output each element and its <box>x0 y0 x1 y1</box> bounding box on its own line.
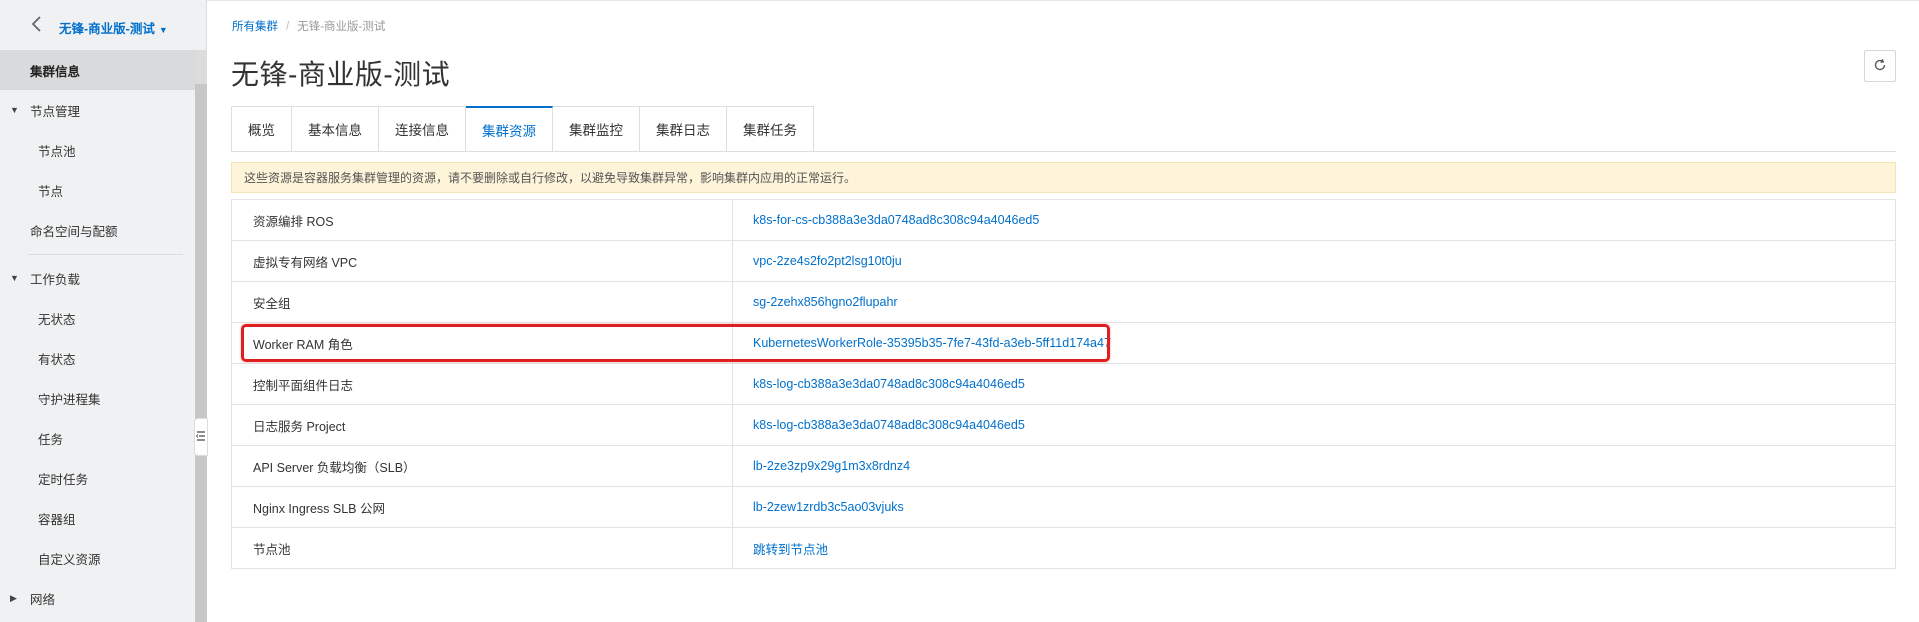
tab-cluster-resources[interactable]: 集群资源 <box>466 106 553 152</box>
resource-key: Worker RAM 角色 <box>232 323 733 363</box>
triangle-down-icon: ▼ <box>10 273 19 283</box>
sidebar-item-deployments[interactable]: 无状态 <box>0 298 195 338</box>
cluster-name: 无锋-商业版-测试 <box>59 22 155 36</box>
breadcrumb-all-clusters[interactable]: 所有集群 <box>232 21 278 33</box>
resource-key: 资源编排 ROS <box>232 200 733 240</box>
scrollbar-thumb[interactable] <box>195 84 207 622</box>
sidebar-item-node-pool[interactable]: 节点池 <box>0 130 195 170</box>
sidebar-item-custom-resources[interactable]: 自定义资源 <box>0 538 195 578</box>
sidebar-item-cronjobs[interactable]: 定时任务 <box>0 458 195 498</box>
resource-key: 虚拟专有网络 VPC <box>232 241 733 281</box>
back-arrow-icon[interactable] <box>30 14 46 34</box>
resource-key: 控制平面组件日志 <box>232 364 733 404</box>
tab-bar: 概览 基本信息 连接信息 集群资源 集群监控 集群日志 集群任务 <box>231 106 814 152</box>
table-row: 日志服务 Project k8s-log-cb388a3e3da0748ad8c3… <box>232 405 1895 446</box>
sidebar-item-nodes[interactable]: 节点 <box>0 170 195 210</box>
table-row: Worker RAM 角色 KubernetesWorkerRole-35395b… <box>232 323 1895 364</box>
sidebar-group-network[interactable]: ▶ 网络 <box>0 578 195 618</box>
table-row: 安全组 sg-2zehx856hgno2flupahr <box>232 282 1895 323</box>
sidebar-item-pods[interactable]: 容器组 <box>0 498 195 538</box>
sidebar-item-label: 节点 <box>38 184 64 199</box>
collapse-menu-icon <box>195 430 206 445</box>
notice-text: 这些资源是容器服务集群管理的资源，请不要删除或自行修改，以避免导致集群异常，影响… <box>244 171 857 185</box>
tab-cluster-tasks[interactable]: 集群任务 <box>727 106 814 152</box>
table-row: 节点池 跳转到节点池 <box>232 528 1895 569</box>
tabs-underline <box>231 151 1896 152</box>
resource-link[interactable]: k8s-log-cb388a3e3da0748ad8c308c94a4046ed… <box>733 377 1025 391</box>
sidebar-item-label: 有状态 <box>38 352 76 367</box>
resource-link[interactable]: lb-2ze3zp9x29g1m3x8rdnz4 <box>733 459 910 473</box>
sidebar-item-label: 工作负载 <box>30 272 81 287</box>
resource-link[interactable]: k8s-log-cb388a3e3da0748ad8c308c94a4046ed… <box>733 418 1025 432</box>
breadcrumb: 所有集群 / 无锋-商业版-测试 <box>232 18 385 34</box>
sidebar-group-workloads[interactable]: ▼ 工作负载 <box>0 258 195 298</box>
resource-link[interactable]: sg-2zehx856hgno2flupahr <box>733 295 898 309</box>
sidebar-item-label: 定时任务 <box>38 472 89 487</box>
warning-notice: 这些资源是容器服务集群管理的资源，请不要删除或自行修改，以避免导致集群异常，影响… <box>231 162 1896 193</box>
sidebar-item-label: 容器组 <box>38 512 76 527</box>
table-row: 控制平面组件日志 k8s-log-cb388a3e3da0748ad8c308c9… <box>232 364 1895 405</box>
node-pool-link[interactable]: 跳转到节点池 <box>733 539 828 558</box>
sidebar-header: 无锋-商业版-测试 ▼ <box>0 0 195 50</box>
sidebar-item-label: 守护进程集 <box>38 392 101 407</box>
page-title: 无锋-商业版-测试 <box>231 59 451 90</box>
sidebar-item-label: 网络 <box>30 592 56 607</box>
scrollbar-track-top <box>195 50 207 84</box>
breadcrumb-separator: / <box>286 21 290 33</box>
tab-cluster-logs[interactable]: 集群日志 <box>640 106 727 152</box>
resource-key: API Server 负载均衡（SLB） <box>232 446 733 486</box>
table-row: 资源编排 ROS k8s-for-cs-cb388a3e3da0748ad8c30… <box>232 200 1895 241</box>
resource-link[interactable]: k8s-for-cs-cb388a3e3da0748ad8c308c94a404… <box>733 213 1039 227</box>
sidebar-item-daemonsets[interactable]: 守护进程集 <box>0 378 195 418</box>
sidebar-item-cluster-info[interactable]: 集群信息 <box>0 50 195 90</box>
resource-link[interactable]: lb-2zew1zrdb3c5ao03vjuks <box>733 500 904 514</box>
sidebar-item-label: 自定义资源 <box>38 552 101 567</box>
resource-link[interactable]: vpc-2ze4s2fo2pt2lsg10t0ju <box>733 254 902 268</box>
resources-table: 资源编排 ROS k8s-for-cs-cb388a3e3da0748ad8c30… <box>231 199 1896 569</box>
tab-overview[interactable]: 概览 <box>231 106 292 152</box>
resource-key: 日志服务 Project <box>232 405 733 445</box>
sidebar-item-jobs[interactable]: 任务 <box>0 418 195 458</box>
table-row: API Server 负载均衡（SLB） lb-2ze3zp9x29g1m3x8r… <box>232 446 1895 487</box>
resource-key: Nginx Ingress SLB 公网 <box>232 487 733 527</box>
cluster-switcher[interactable]: 无锋-商业版-测试 ▼ <box>59 18 168 37</box>
sidebar-item-label: 任务 <box>38 432 64 447</box>
sidebar-item-namespace-quota[interactable]: 命名空间与配额 <box>0 210 195 250</box>
tab-cluster-monitoring[interactable]: 集群监控 <box>553 106 640 152</box>
triangle-down-icon: ▼ <box>10 105 19 115</box>
caret-down-icon: ▼ <box>158 24 168 35</box>
sidebar-item-label: 命名空间与配额 <box>30 224 118 239</box>
table-row: Nginx Ingress SLB 公网 lb-2zew1zrdb3c5ao03v… <box>232 487 1895 528</box>
sidebar: 无锋-商业版-测试 ▼ 集群信息 ▼ 节点管理 节点池 节点 命名空间与配额 ▼ 工作… <box>0 0 208 622</box>
table-row: 虚拟专有网络 VPC vpc-2ze4s2fo2pt2lsg10t0ju <box>232 241 1895 282</box>
top-border <box>0 0 1919 1</box>
resource-link[interactable]: KubernetesWorkerRole-35395b35-7fe7-43fd-… <box>733 336 1111 350</box>
breadcrumb-current: 无锋-商业版-测试 <box>297 21 386 33</box>
resource-key: 节点池 <box>232 528 733 568</box>
sidebar-item-label: 无状态 <box>38 312 76 327</box>
sidebar-collapse-toggle[interactable] <box>194 418 208 456</box>
tab-basic-info[interactable]: 基本信息 <box>292 106 379 152</box>
resource-key: 安全组 <box>232 282 733 322</box>
sidebar-item-label: 节点管理 <box>30 104 81 119</box>
triangle-right-icon: ▶ <box>10 592 17 603</box>
sidebar-item-label: 集群信息 <box>30 64 81 79</box>
refresh-icon <box>1873 58 1887 75</box>
sidebar-group-node-management[interactable]: ▼ 节点管理 <box>0 90 195 130</box>
tab-connection-info[interactable]: 连接信息 <box>379 106 466 152</box>
sidebar-item-statefulsets[interactable]: 有状态 <box>0 338 195 378</box>
sidebar-item-label: 节点池 <box>38 144 76 159</box>
sidebar-divider <box>28 254 183 255</box>
refresh-button[interactable] <box>1864 50 1896 82</box>
